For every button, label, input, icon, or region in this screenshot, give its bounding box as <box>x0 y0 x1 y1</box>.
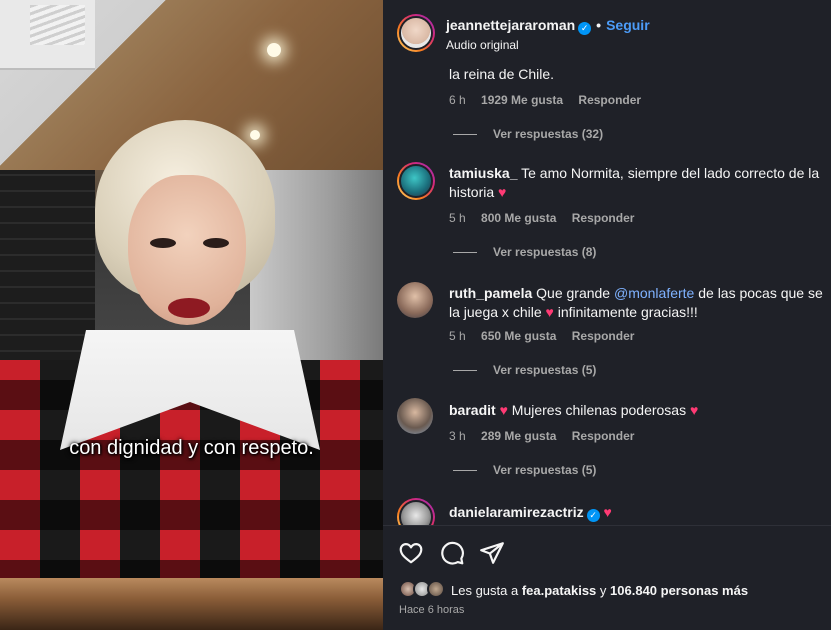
author-avatar[interactable] <box>397 14 435 52</box>
likes-count[interactable]: 106.840 personas más <box>610 583 748 598</box>
post-side-panel: jeannettejararoman ✓ • Seguir Audio origina… <box>383 0 831 630</box>
comment-icon[interactable] <box>439 540 465 566</box>
video-background-ac-unit <box>0 0 95 70</box>
commenter-avatar[interactable] <box>397 498 435 525</box>
follow-button[interactable]: Seguir <box>606 17 650 33</box>
comment-likes[interactable]: 800 Me gusta <box>481 211 556 225</box>
video-person-eye <box>150 238 176 248</box>
reply-button[interactable]: Responder <box>572 211 635 225</box>
heart-emoji-icon: ♥ <box>498 184 507 200</box>
view-replies-button[interactable]: Ver respuestas (32) <box>453 127 603 141</box>
comment-meta: 3 h 289 Me gusta Responder <box>449 429 646 443</box>
view-replies-button[interactable]: Ver respuestas (5) <box>453 363 596 377</box>
comment-body: ruth_pamela Que grande @monlaferte de la… <box>449 284 827 322</box>
video-person-eye <box>203 238 229 248</box>
comment-username[interactable]: baradit <box>449 402 496 418</box>
comment-time: 3 h <box>449 429 466 443</box>
comment-text: Que grande <box>536 285 611 301</box>
comment-body: danielaramirezactriz ✓ ♥ <box>449 503 827 522</box>
heart-emoji-icon: ♥ <box>499 402 508 418</box>
likes-joiner: y <box>599 583 607 598</box>
comment-meta: 6 h 1929 Me gusta Responder <box>449 93 653 107</box>
comment-time: 5 h <box>449 329 466 343</box>
comment-likes[interactable]: 1929 Me gusta <box>481 93 563 107</box>
comment-username[interactable]: ruth_pamela <box>449 285 532 301</box>
likes-prefix: Les gusta a <box>451 583 519 598</box>
send-icon[interactable] <box>479 540 505 566</box>
separator-dot: • <box>596 17 602 33</box>
comment-username[interactable]: danielaramirezactriz <box>449 504 584 520</box>
video-person-lips <box>168 298 210 318</box>
comment-text: infinitamente gracias!!! <box>557 304 698 320</box>
reply-button[interactable]: Responder <box>572 329 635 343</box>
reply-button[interactable]: Responder <box>578 93 641 107</box>
comment-text: Mujeres chilenas poderosas <box>511 402 687 418</box>
post-header: jeannettejararoman ✓ • Seguir Audio origina… <box>383 0 831 60</box>
mention-link[interactable]: @monlaferte <box>614 285 694 301</box>
author-username[interactable]: jeannettejararoman <box>446 17 575 33</box>
comment-time: 6 h <box>449 93 466 107</box>
view-replies-button[interactable]: Ver respuestas (8) <box>453 245 596 259</box>
liker-avatar[interactable] <box>427 580 445 598</box>
reply-button[interactable]: Responder <box>572 429 635 443</box>
liker-username[interactable]: fea.patakiss <box>522 583 596 598</box>
audio-label[interactable]: Audio original <box>446 38 519 52</box>
post-timestamp: Hace 6 horas <box>399 604 465 616</box>
comment-body: baradit ♥ Mujeres chilenas poderosas ♥ <box>449 401 827 420</box>
commenter-avatar[interactable] <box>397 398 433 434</box>
commenter-avatar[interactable] <box>397 162 435 200</box>
video-background-light <box>267 43 281 57</box>
comment-likes[interactable]: 650 Me gusta <box>481 329 556 343</box>
post-actions-bar: Les gusta a fea.patakiss y 106.840 perso… <box>383 525 831 630</box>
comment-meta: 5 h 800 Me gusta Responder <box>449 211 646 225</box>
comment-text: la reina de Chile. <box>449 66 555 82</box>
video-player[interactable]: con dignidad y con respeto. <box>0 0 383 630</box>
heart-emoji-icon: ♥ <box>690 402 699 418</box>
author-line: jeannettejararoman ✓ • Seguir <box>446 17 650 35</box>
video-caption: con dignidad y con respeto. <box>69 437 314 459</box>
commenter-avatar[interactable] <box>397 282 433 318</box>
comment-likes[interactable]: 289 Me gusta <box>481 429 556 443</box>
verified-badge-icon: ✓ <box>578 22 592 35</box>
comment-meta: 5 h 650 Me gusta Responder <box>449 329 646 343</box>
verified-badge-icon: ✓ <box>586 509 600 522</box>
comment-username[interactable]: tamiuska_ <box>449 165 517 181</box>
heart-icon[interactable] <box>398 540 424 566</box>
heart-emoji-icon: ♥ <box>545 304 554 320</box>
video-background-light <box>250 130 260 140</box>
view-replies-button[interactable]: Ver respuestas (5) <box>453 463 596 477</box>
likes-summary: Les gusta a fea.patakiss y 106.840 perso… <box>451 583 748 598</box>
comments-list[interactable]: la reina de Chile. 6 h 1929 Me gusta Res… <box>383 60 831 525</box>
heart-emoji-icon: ♥ <box>603 504 612 520</box>
video-background-desk <box>0 578 383 630</box>
comment-time: 5 h <box>449 211 466 225</box>
comment-body: tamiuska_ Te amo Normita, siempre del la… <box>449 164 827 202</box>
